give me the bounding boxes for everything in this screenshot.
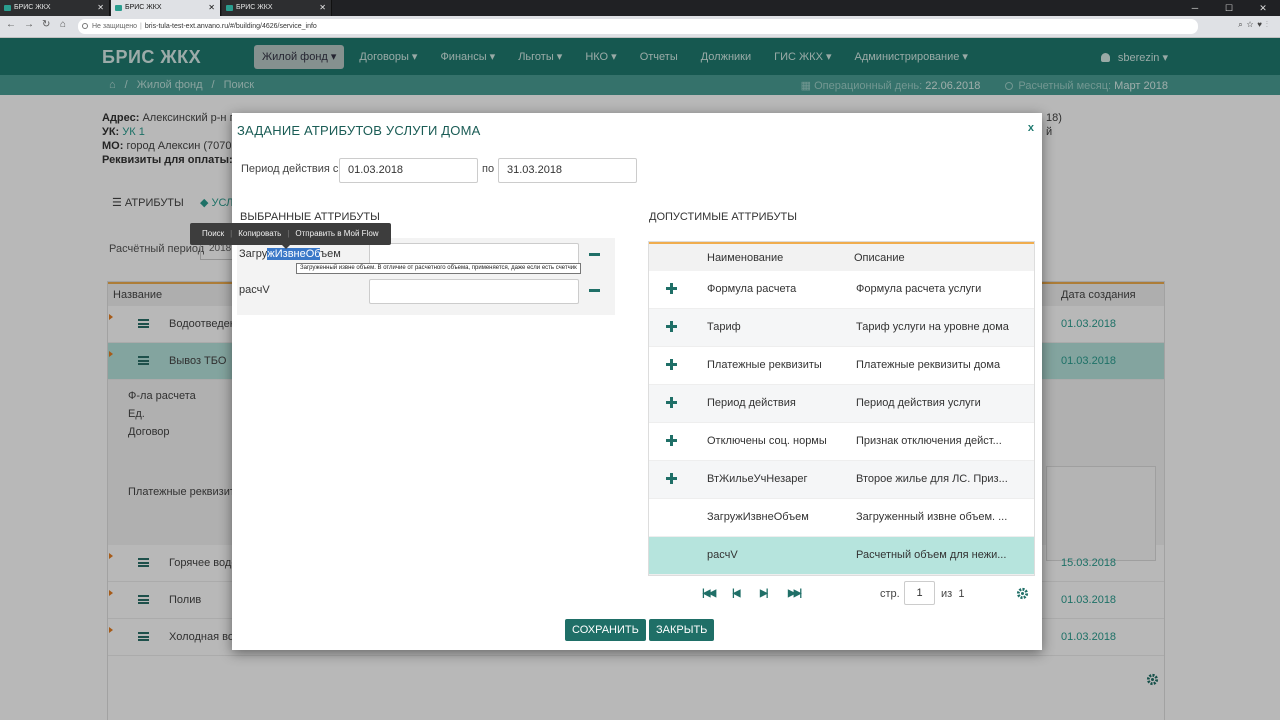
date-to-input[interactable]: 31.03.2018 <box>498 158 637 183</box>
add-attribute-icon[interactable] <box>666 359 677 370</box>
close-button[interactable]: ЗАКРЫТЬ <box>649 619 715 641</box>
selected-attribute-row: расчV <box>237 276 615 306</box>
close-icon[interactable]: x <box>1028 122 1034 134</box>
grid-pager: |◀◀ |◀ ▶| ▶▶| стр. 1 из 1 <box>648 578 1035 608</box>
grid-header: Наименование Описание <box>649 244 1034 271</box>
favicon-icon <box>4 5 11 11</box>
table-row[interactable]: расчV Расчетный объем для нежи... <box>649 537 1034 575</box>
browser-tabbar: БРИС ЖКХ ✕ БРИС ЖКХ ✕ БРИС ЖКХ ✕ ─ ☐ ✕ <box>0 0 1280 16</box>
table-row[interactable]: Платежные реквизиты Платежные реквизиты д… <box>649 347 1034 385</box>
home-icon[interactable]: ⌂ <box>60 19 66 30</box>
last-page-icon[interactable]: ▶▶| <box>788 588 802 599</box>
context-copy[interactable]: Копировать <box>232 229 287 238</box>
selected-attributes-title: ВЫБРАННЫЕ АТТРИБУТЫ <box>240 211 380 223</box>
address-bar: ← → ↻ ⌂ Не защищено | bris-tula-test-ext.a… <box>0 16 1280 38</box>
favicon-icon <box>226 5 233 11</box>
context-send-flow[interactable]: Отправить в Мой Flow <box>289 229 384 238</box>
page-input[interactable]: 1 <box>904 581 935 605</box>
close-tab-icon[interactable]: ✕ <box>208 0 215 16</box>
table-row[interactable]: Тариф Тариф услуги на уровне дома <box>649 309 1034 347</box>
table-row[interactable]: Период действия Период действия услуги <box>649 385 1034 423</box>
add-attribute-icon[interactable] <box>666 473 677 484</box>
remove-attribute-icon[interactable] <box>589 289 600 292</box>
favicon-icon <box>115 5 122 11</box>
service-attributes-dialog: ЗАДАНИЕ АТРИБУТОВ УСЛУГИ ДОМА x Период д… <box>232 113 1042 650</box>
selected-attributes-list: ЗагружИзвнеОбъем расчV <box>237 238 615 315</box>
allowed-attributes-title: ДОПУСТИМЫЕ АТТРИБУТЫ <box>649 211 797 223</box>
browser-tab-1[interactable]: БРИС ЖКХ ✕ <box>0 0 110 16</box>
add-attribute-icon[interactable] <box>666 435 677 446</box>
remove-attribute-icon[interactable] <box>589 253 600 256</box>
maximize-icon[interactable]: ☐ <box>1212 0 1246 16</box>
attribute-name: расчV <box>239 284 270 296</box>
add-attribute-icon[interactable] <box>666 397 677 408</box>
browser-tab-3[interactable]: БРИС ЖКХ ✕ <box>222 0 332 16</box>
prev-page-icon[interactable]: |◀ <box>732 588 740 599</box>
url-input[interactable]: Не защищено | bris-tula-test-ext.anvano.ru… <box>78 19 1198 34</box>
add-attribute-icon[interactable] <box>666 321 677 332</box>
table-row[interactable]: ЗагружИзвнеОбъем Загруженный извне объем.… <box>649 499 1034 537</box>
date-from-input[interactable]: 01.03.2018 <box>339 158 478 183</box>
allowed-attributes-grid: Наименование Описание Формула расчета Фор… <box>648 241 1035 576</box>
attribute-name[interactable]: ЗагружИзвнеОбъем <box>239 248 341 260</box>
table-row[interactable]: ВтЖильеУчНезарег Второе жилье для ЛС. При… <box>649 461 1034 499</box>
context-search[interactable]: Поиск <box>196 229 230 238</box>
attribute-tooltip: Загруженный извне объем. В отличие от ра… <box>296 263 581 274</box>
add-attribute-icon[interactable] <box>666 283 677 294</box>
gear-icon[interactable] <box>1016 587 1029 600</box>
back-icon[interactable]: ← <box>6 19 16 30</box>
table-row[interactable]: Отключены соц. нормы Признак отключения д… <box>649 423 1034 461</box>
browser-tab-2[interactable]: БРИС ЖКХ ✕ <box>111 0 221 16</box>
text-context-menu: Поиск | Копировать | Отправить в Мой Flow <box>190 223 391 249</box>
period-from-label: Период действия с <box>241 163 339 175</box>
close-window-icon[interactable]: ✕ <box>1246 0 1280 16</box>
info-icon <box>82 23 88 29</box>
reload-icon[interactable]: ↻ <box>42 19 50 30</box>
forward-icon[interactable]: → <box>24 19 34 30</box>
next-page-icon[interactable]: ▶| <box>760 588 768 599</box>
attribute-value-input[interactable] <box>369 279 579 304</box>
window-controls: ─ ☐ ✕ <box>1178 0 1280 16</box>
period-to-label: по <box>482 163 495 175</box>
first-page-icon[interactable]: |◀◀ <box>702 588 716 599</box>
save-button[interactable]: СОХРАНИТЬ <box>565 619 646 641</box>
close-tab-icon[interactable]: ✕ <box>319 0 326 16</box>
extension-icons[interactable]: ⌕☆♥⋮ <box>1238 20 1272 30</box>
dialog-title: ЗАДАНИЕ АТРИБУТОВ УСЛУГИ ДОМА <box>237 123 481 138</box>
close-tab-icon[interactable]: ✕ <box>97 0 104 16</box>
minimize-icon[interactable]: ─ <box>1178 0 1212 16</box>
table-row[interactable]: Формула расчета Формула расчета услуги <box>649 271 1034 309</box>
